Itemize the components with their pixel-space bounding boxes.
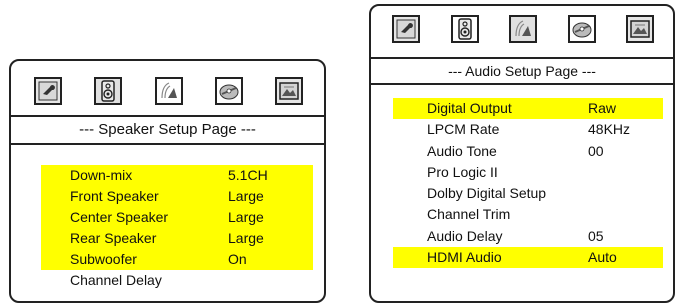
menu-item-label: LPCM Rate: [427, 121, 500, 138]
menu-item-label: Down-mix: [70, 167, 133, 183]
menu-item-value: 5.1CH: [228, 167, 268, 183]
audio-menu-list: Digital Output Raw LPCM Rate 48KHz Audio…: [393, 98, 663, 269]
speaker-tab-bar: [34, 77, 303, 105]
tab-video-setup[interactable]: [214, 77, 243, 105]
menu-item-subwoofer[interactable]: Subwoofer On: [41, 249, 313, 270]
menu-item-value: Large: [228, 188, 264, 204]
menu-item-label: Front Speaker: [70, 188, 159, 204]
menu-item-value: On: [228, 251, 247, 267]
menu-item-label: Dolby Digital Setup: [427, 185, 547, 202]
menu-item-audio-tone[interactable]: Audio Tone 00: [393, 141, 663, 162]
tab-video-setup[interactable]: [567, 15, 596, 43]
speaker-icon: [457, 18, 472, 40]
menu-item-dolby-digital-setup[interactable]: Dolby Digital Setup: [393, 183, 663, 204]
menu-item-rear-speaker[interactable]: Rear Speaker Large: [41, 228, 313, 249]
wrench-icon: [396, 19, 416, 39]
tab-speaker-setup[interactable]: [94, 77, 123, 105]
menu-item-value: Large: [228, 209, 264, 225]
menu-item-label: Center Speaker: [70, 209, 169, 225]
menu-item-down-mix[interactable]: Down-mix 5.1CH: [41, 165, 313, 186]
menu-item-label: HDMI Audio: [427, 249, 502, 266]
speaker-menu-list: Down-mix 5.1CH Front Speaker Large Cente…: [41, 165, 313, 291]
menu-item-label: Audio Delay: [427, 227, 503, 244]
menu-item-value: 00: [588, 142, 604, 159]
menu-item-label: Channel Delay: [70, 272, 162, 288]
page-title: --- Speaker Setup Page ---: [11, 115, 324, 145]
menu-item-label: Rear Speaker: [70, 230, 157, 246]
menu-item-label: Digital Output: [427, 100, 512, 116]
menu-item-lpcm-rate[interactable]: LPCM Rate 48KHz: [393, 119, 663, 140]
tab-audio-setup[interactable]: [154, 77, 183, 105]
menu-item-label: Subwoofer: [70, 251, 137, 267]
tab-general-setup[interactable]: [34, 77, 62, 105]
menu-item-value: 48KHz: [588, 121, 631, 138]
menu-item-channel-trim[interactable]: Channel Trim: [393, 204, 663, 225]
picture-icon: [630, 20, 650, 38]
menu-item-value: Raw: [588, 100, 617, 116]
disc-icon: [219, 84, 239, 100]
tab-speaker-setup[interactable]: [450, 15, 479, 43]
picture-icon: [279, 82, 299, 100]
menu-item-value: Auto: [588, 249, 617, 266]
wrench-icon: [38, 81, 58, 101]
dolby-icon: [160, 82, 177, 99]
audio-setup-panel: --- Audio Setup Page --- Digital Output …: [369, 4, 675, 303]
menu-item-channel-delay[interactable]: Channel Delay: [41, 270, 313, 291]
page-title: --- Audio Setup Page ---: [371, 57, 673, 85]
menu-item-pro-logic-ii[interactable]: Pro Logic II: [393, 162, 663, 183]
menu-item-value: Large: [228, 230, 264, 246]
menu-item-digital-output[interactable]: Digital Output Raw: [393, 98, 663, 120]
menu-item-label: Channel Trim: [427, 206, 511, 223]
menu-item-value: 05: [588, 227, 604, 244]
speaker-setup-panel: --- Speaker Setup Page --- Down-mix 5.1C…: [9, 59, 326, 303]
menu-item-label: Audio Tone: [427, 142, 497, 159]
menu-item-label: Pro Logic II: [427, 163, 498, 180]
menu-item-hdmi-audio[interactable]: HDMI Audio Auto: [393, 247, 663, 269]
tab-general-setup[interactable]: [392, 15, 420, 43]
tab-audio-setup[interactable]: [509, 15, 537, 43]
menu-item-audio-delay[interactable]: Audio Delay 05: [393, 226, 663, 247]
menu-item-center-speaker[interactable]: Center Speaker Large: [41, 207, 313, 228]
tab-preference-setup[interactable]: [626, 15, 654, 43]
dolby-icon: [515, 20, 531, 37]
menu-item-front-speaker[interactable]: Front Speaker Large: [41, 186, 313, 207]
tab-preference-setup[interactable]: [275, 77, 303, 105]
disc-icon: [572, 22, 591, 38]
speaker-icon: [101, 80, 115, 102]
audio-tab-bar: [392, 15, 654, 43]
